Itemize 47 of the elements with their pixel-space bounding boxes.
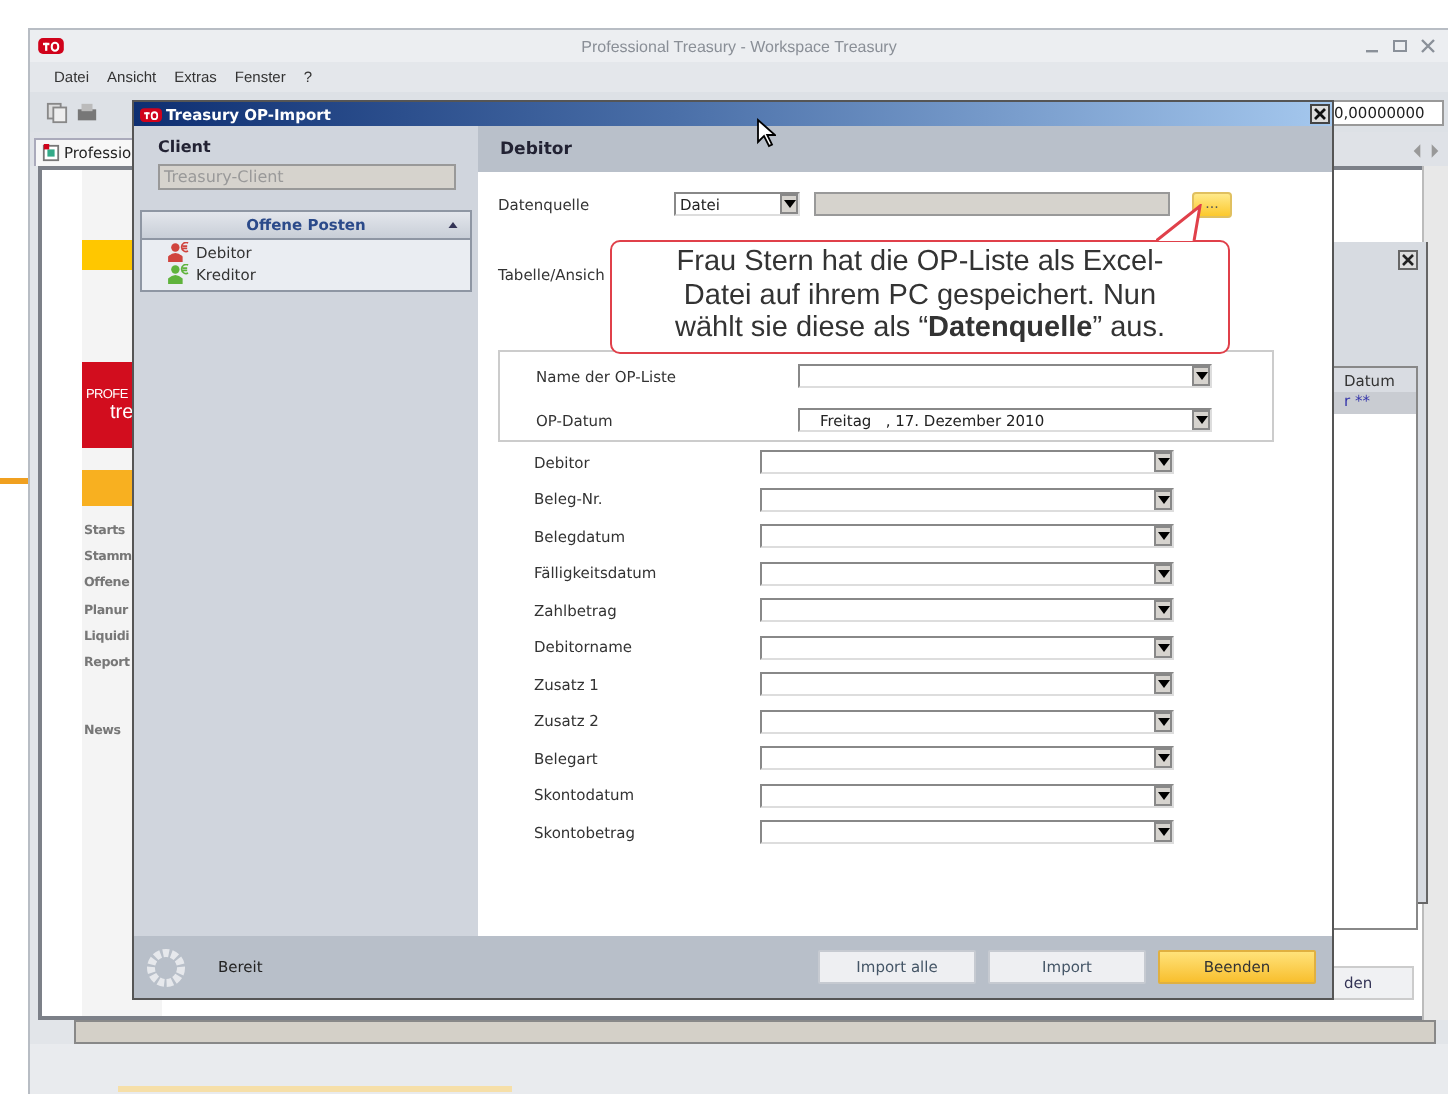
horizontal-scrollbar[interactable] [74, 1020, 1436, 1044]
close-icon[interactable] [1398, 250, 1418, 270]
dropdown-field[interactable] [760, 709, 1174, 733]
callout-tooltip: Frau Stern hat die OP-Liste als Excel-Datei auf ihrem PC gespeichert. Nun wählt sie diese als “Datenquelle” aus. [610, 240, 1230, 353]
dropdown-field[interactable] [760, 524, 1174, 548]
caret-icon[interactable] [1157, 569, 1169, 577]
dropdown-field[interactable] [760, 487, 1174, 511]
caret-icon[interactable] [1157, 791, 1169, 799]
window-title: Professional Treasury - Workspace Treasury [581, 37, 897, 55]
section-title: Debitor [500, 139, 572, 159]
caret-icon[interactable] [1157, 754, 1169, 762]
dropdown-field[interactable] [798, 364, 1212, 388]
document-icon [42, 144, 60, 162]
caret-icon[interactable] [783, 200, 795, 208]
caret-icon[interactable] [1157, 643, 1169, 651]
logo-text: tre [108, 404, 136, 424]
dropdown-field[interactable] [760, 746, 1174, 770]
printer-icon[interactable] [76, 101, 98, 123]
caret-icon[interactable] [1195, 372, 1207, 380]
path-field[interactable] [814, 192, 1170, 216]
dropdown-field[interactable] [760, 450, 1174, 474]
caret-icon[interactable] [1157, 458, 1169, 466]
dropdown-field[interactable] [760, 635, 1174, 659]
caret-icon[interactable] [448, 222, 458, 228]
caret-icon[interactable] [1157, 828, 1169, 836]
copy-icon[interactable] [46, 101, 68, 123]
callout-pointer [1156, 204, 1208, 242]
client-label: Client [158, 138, 213, 156]
caret-icon[interactable] [1157, 606, 1169, 614]
caret-icon[interactable] [1157, 532, 1169, 540]
maximize-icon[interactable] [1392, 38, 1408, 54]
caret-icon[interactable] [1195, 416, 1207, 424]
spinner-icon [146, 947, 186, 987]
scroll-left-icon[interactable] [1412, 144, 1422, 158]
caret-icon[interactable] [1157, 680, 1169, 688]
logo-icon [38, 38, 64, 54]
dropdown-field[interactable] [760, 561, 1174, 585]
cursor-icon [756, 118, 776, 148]
dropdown-field[interactable] [760, 820, 1174, 844]
caret-icon[interactable] [1157, 495, 1169, 503]
dropdown-field[interactable] [760, 783, 1174, 807]
dropdown-field[interactable] [760, 598, 1174, 622]
scroll-right-icon[interactable] [1430, 144, 1440, 158]
logo-icon [140, 107, 162, 121]
caret-icon[interactable] [1157, 717, 1169, 725]
close-icon[interactable] [1310, 104, 1330, 124]
dropdown-field[interactable] [760, 672, 1174, 696]
